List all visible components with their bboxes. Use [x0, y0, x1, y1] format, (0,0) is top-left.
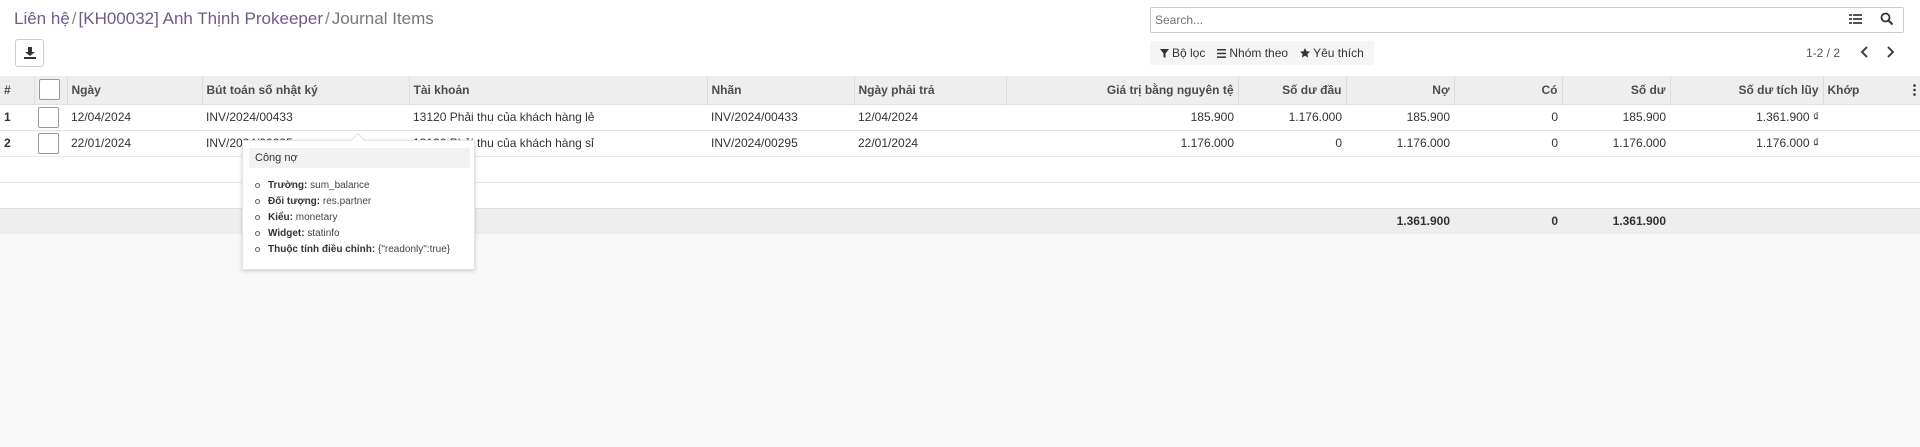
cell-credit[interactable]: 0 — [1454, 104, 1562, 130]
cell-debit[interactable]: 1.176.000 — [1346, 130, 1454, 156]
tooltip-item-value: monetary — [295, 212, 338, 223]
optional-columns-icon[interactable] — [1913, 84, 1916, 96]
column-header-debit[interactable]: Nợ — [1345, 76, 1454, 104]
tooltip-item: Thuộc tính điều chỉnh: {"readonly":true} — [255, 242, 450, 258]
group-by-button[interactable]: Nhóm theo — [1211, 41, 1294, 65]
row-index: 1 — [4, 110, 11, 124]
tooltip-item-label: Thuộc tính điều chỉnh: — [268, 244, 376, 255]
cell-balance[interactable]: 185.900 — [1562, 104, 1670, 130]
star-icon — [1300, 48, 1311, 58]
row-checkbox[interactable] — [38, 106, 59, 128]
control-panel: Liên hệ / [KH00032] Anh Thịnh Prokeeper / Jo… — [0, 0, 1920, 76]
tooltip-item-value: {"readonly":true} — [378, 244, 451, 255]
pager-value[interactable]: 1-2 / 2 — [1806, 46, 1840, 60]
row-checkbox[interactable] — [38, 132, 59, 154]
search-input[interactable] — [1155, 11, 1815, 29]
column-header-select[interactable] — [33, 76, 67, 104]
table-header-row: # Ngày Bút toán số nhật ký Tài khoản Nhã… — [0, 76, 1920, 104]
column-header-cumulated-balance[interactable]: Số dư tích lũy — [1669, 76, 1823, 104]
tooltip-item-value: sum_balance — [310, 180, 370, 191]
download-icon — [24, 47, 36, 59]
row-select-cell[interactable] — [34, 130, 67, 156]
column-header-date[interactable]: Ngày — [66, 76, 202, 104]
favorites-label: Yêu thích — [1313, 46, 1364, 60]
footer-total-balance: 1.361.900 — [1612, 214, 1666, 229]
footer-total-debit: 1.361.900 — [1396, 214, 1450, 229]
pager-previous-button[interactable] — [1860, 46, 1874, 60]
cell-opening-balance[interactable]: 0 — [1238, 130, 1346, 156]
cell-credit[interactable]: 0 — [1454, 130, 1562, 156]
row-select-cell[interactable] — [34, 104, 67, 130]
search-icon[interactable] — [1880, 12, 1896, 28]
breadcrumb-item-contacts[interactable]: Liên hệ — [14, 9, 70, 28]
group-by-label: Nhóm theo — [1229, 46, 1289, 60]
footer-spacer — [1670, 208, 1920, 234]
cell-amount-currency[interactable]: 185.900 — [1006, 104, 1238, 130]
footer-total-credit: 0 — [1551, 214, 1558, 229]
column-header-amount-currency[interactable]: Giá trị bằng nguyên tệ — [1005, 76, 1238, 104]
cell-account[interactable]: 13120 Phải thu của khách hàng lẻ — [409, 104, 707, 130]
search-bar — [1150, 7, 1904, 33]
tooltip-item: Kiểu: monetary — [255, 210, 450, 226]
cell-due-date[interactable]: 22/01/2024 — [854, 130, 1006, 156]
pager-next-button[interactable] — [1885, 46, 1899, 60]
cell-cumulated-balance[interactable]: 1.176.000 ₫ — [1670, 130, 1823, 156]
chevron-left-icon — [1860, 46, 1868, 58]
cell-journal-entry[interactable]: INV/2024/00433 — [202, 104, 409, 130]
cell-due-date[interactable]: 12/04/2024 — [854, 104, 1006, 130]
column-header-due-date[interactable]: Ngày phải trả — [853, 76, 1006, 104]
filter-label: Bộ lọc — [1172, 46, 1206, 60]
matching-label: Khớp — [1827, 82, 1860, 97]
footer-spacer — [0, 208, 1346, 234]
cell-label[interactable]: INV/2024/00433 — [707, 104, 854, 130]
cell-matching[interactable] — [1823, 130, 1920, 156]
column-header-account[interactable]: Tài khoản — [408, 76, 707, 104]
tooltip-item-label: Đối tượng: — [268, 196, 321, 207]
breadcrumb-current: Journal Items — [331, 9, 434, 28]
bars-icon — [1217, 48, 1227, 58]
filter-icon — [1160, 48, 1169, 58]
column-header-index: # — [4, 82, 11, 97]
tooltip-item-label: Kiểu: — [268, 212, 293, 223]
cell-opening-balance[interactable]: 1.176.000 — [1238, 104, 1346, 130]
breadcrumb: Liên hệ / [KH00032] Anh Thịnh Prokeeper / Jo… — [14, 9, 434, 29]
cell-cumulated-balance[interactable]: 1.361.900 ₫ — [1670, 104, 1823, 130]
cell-matching[interactable] — [1823, 104, 1920, 130]
breadcrumb-separator: / — [71, 9, 77, 28]
column-header-matching[interactable]: Khớp — [1822, 76, 1920, 104]
cell-debit[interactable]: 185.900 — [1346, 104, 1454, 130]
search-panel-buttons: Bộ lọc Nhóm theo Yêu thích — [1150, 41, 1374, 65]
cell-balance[interactable]: 1.176.000 — [1562, 130, 1670, 156]
column-header-label[interactable]: Nhãn — [706, 76, 854, 104]
chevron-right-icon — [1887, 46, 1895, 58]
row-index: 2 — [4, 136, 11, 150]
search-options-icon[interactable] — [1849, 13, 1863, 27]
cell-label[interactable]: INV/2024/00295 — [707, 130, 854, 156]
tooltip-item: Đối tượng: res.partner — [255, 194, 450, 210]
tooltip-item-label: Widget: — [268, 228, 305, 239]
select-all-checkbox[interactable] — [38, 79, 60, 101]
column-header-journal-entry[interactable]: Bút toán số nhật ký — [201, 76, 409, 104]
table-row[interactable]: 1 12/04/2024 INV/2024/00433 13120 Phải t… — [0, 104, 1920, 130]
favorites-button[interactable]: Yêu thích — [1294, 41, 1370, 65]
column-header-credit[interactable]: Có — [1453, 76, 1562, 104]
cell-date[interactable]: 12/04/2024 — [67, 104, 202, 130]
column-header-balance[interactable]: Số dư — [1561, 76, 1670, 104]
tooltip-item-value: res.partner — [322, 196, 372, 207]
column-header-opening-balance[interactable]: Số dư đầu — [1237, 76, 1346, 104]
tooltip-title: Công nợ — [249, 148, 470, 168]
cell-amount-currency[interactable]: 1.176.000 — [1006, 130, 1238, 156]
breadcrumb-separator: / — [324, 9, 330, 28]
tooltip-item-label: Trường: — [268, 180, 308, 191]
filter-button[interactable]: Bộ lọc — [1154, 41, 1211, 65]
download-button[interactable] — [15, 39, 44, 67]
breadcrumb-item-partner[interactable]: [KH00032] Anh Thịnh Prokeeper — [79, 9, 323, 28]
cell-date[interactable]: 22/01/2024 — [67, 130, 202, 156]
tooltip-item-value: statinfo — [307, 228, 340, 239]
field-debug-tooltip: Công nợ Trường: sum_balance Đối tượng: r… — [242, 132, 475, 270]
tooltip-field-list: Trường: sum_balance Đối tượng: res.partn… — [255, 178, 450, 258]
tooltip-item: Trường: sum_balance — [255, 178, 450, 194]
tooltip-item: Widget: statinfo — [255, 226, 450, 242]
